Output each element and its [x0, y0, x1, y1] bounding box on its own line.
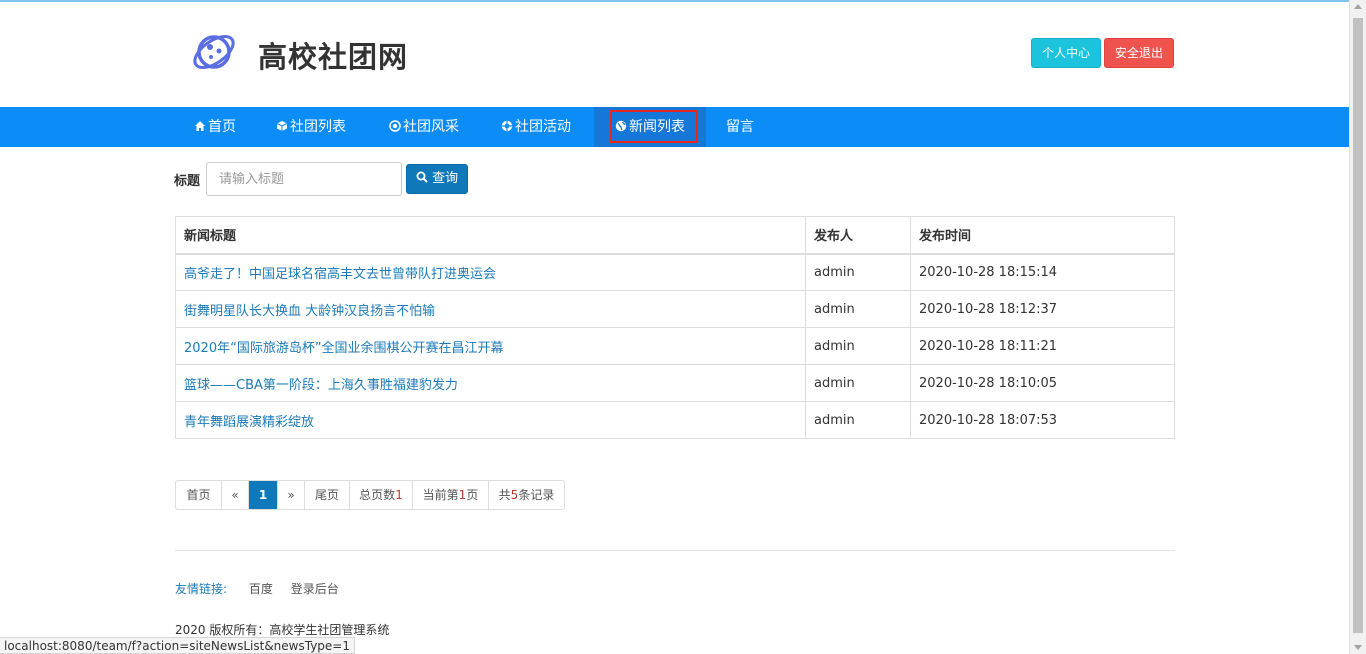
publisher-cell: admin	[805, 364, 911, 402]
table-row: 青年舞蹈展演精彩绽放 admin 2020-10-28 18:07:53	[175, 401, 1175, 439]
total-pages-value: 1	[395, 488, 403, 502]
nav-item-club-list[interactable]: 社团列表	[276, 107, 346, 147]
main-nav: 首页 社团列表 社团风采 社团活动 新闻列表 留言	[0, 107, 1349, 147]
column-header-time: 发布时间	[910, 216, 1175, 255]
vertical-scrollbar[interactable]	[1349, 0, 1366, 654]
highlight-box	[610, 110, 698, 143]
cube-icon	[276, 121, 288, 131]
nav-item-news-list[interactable]: 新闻列表	[594, 107, 706, 147]
nav-item-label: 社团活动	[515, 119, 571, 135]
publisher-cell: admin	[805, 290, 911, 328]
nav-item-club-style[interactable]: 社团风采	[389, 107, 459, 147]
pager-next[interactable]: »	[277, 481, 304, 509]
pagination: 首页 « 1 » 尾页 总页数1 当前第1页 共5条记录	[175, 480, 565, 510]
nav-item-label: 留言	[726, 119, 754, 135]
logout-button[interactable]: 安全退出	[1104, 38, 1174, 68]
column-header-publisher: 发布人	[805, 216, 911, 255]
table-row: 2020年“国际旅游岛杯”全国业余围棋公开赛在昌江开幕 admin 2020-1…	[175, 327, 1175, 365]
pager-first[interactable]: 首页	[176, 481, 221, 509]
time-cell: 2020-10-28 18:12:37	[910, 290, 1175, 328]
lifebuoy-icon	[501, 120, 513, 132]
nav-item-home[interactable]: 首页	[194, 107, 236, 147]
table-row: 街舞明星队长大换血 大龄钟汉良扬言不怕输 admin 2020-10-28 18…	[175, 290, 1175, 328]
time-cell: 2020-10-28 18:10:05	[910, 364, 1175, 402]
friend-link-baidu[interactable]: 百度	[249, 582, 273, 596]
footer-divider	[175, 550, 1175, 551]
friend-link-admin-login[interactable]: 登录后台	[291, 582, 339, 596]
time-cell: 2020-10-28 18:15:14	[910, 253, 1175, 291]
scroll-down-icon[interactable]	[1354, 645, 1362, 650]
pager-total-pages: 总页数1	[349, 481, 412, 509]
logo-icon	[193, 34, 235, 70]
news-title-link[interactable]: 篮球——CBA第一阶段：上海久事胜福建豹发力	[175, 364, 806, 402]
nav-item-club-activities[interactable]: 社团活动	[501, 107, 571, 147]
nav-item-label: 社团风采	[403, 119, 459, 135]
scroll-up-icon[interactable]	[1354, 4, 1362, 9]
scrollbar-thumb[interactable]	[1353, 18, 1363, 633]
current-page-label: 当前第	[422, 488, 459, 502]
pager-prev[interactable]: «	[221, 481, 248, 509]
table-header-row: 新闻标题 发布人 发布时间	[175, 216, 1175, 255]
search-button-label: 查询	[432, 171, 459, 186]
time-cell: 2020-10-28 18:11:21	[910, 327, 1175, 365]
user-center-button[interactable]: 个人中心	[1031, 38, 1101, 68]
copyright: 2020 版权所有：高校学生社团管理系统	[175, 623, 390, 637]
search-icon	[416, 171, 428, 183]
publisher-cell: admin	[805, 253, 911, 291]
pager-current[interactable]: 1	[248, 481, 277, 509]
news-title-link[interactable]: 高爷走了！中国足球名宿高丰文去世曾带队打进奥运会	[175, 253, 806, 291]
total-pages-label: 总页数	[359, 488, 396, 502]
target-icon	[389, 120, 401, 132]
nav-item-messages[interactable]: 留言	[726, 107, 754, 147]
table-row: 篮球——CBA第一阶段：上海久事胜福建豹发力 admin 2020-10-28 …	[175, 364, 1175, 402]
records-suffix: 条记录	[518, 488, 555, 502]
site-title: 高校社团网	[258, 40, 409, 74]
column-header-title: 新闻标题	[175, 216, 806, 255]
site-header: 高校社团网 个人中心 安全退出	[0, 2, 1349, 107]
publisher-cell: admin	[805, 401, 911, 439]
news-table: 新闻标题 发布人 发布时间 高爷走了！中国足球名宿高丰文去世曾带队打进奥运会 a…	[175, 216, 1175, 439]
pager-records: 共5条记录	[488, 481, 564, 509]
time-cell: 2020-10-28 18:07:53	[910, 401, 1175, 439]
records-label: 共	[498, 488, 511, 502]
table-row: 高爷走了！中国足球名宿高丰文去世曾带队打进奥运会 admin 2020-10-2…	[175, 253, 1175, 291]
friend-links: 友情链接: 百度 登录后台	[175, 580, 353, 597]
browser-status-bar: localhost:8080/team/f?action=siteNewsLis…	[0, 637, 355, 654]
news-title-link[interactable]: 青年舞蹈展演精彩绽放	[175, 401, 806, 439]
title-search-input[interactable]	[206, 162, 402, 196]
home-icon	[195, 121, 205, 131]
pager-current-page: 当前第1页	[412, 481, 488, 509]
search-label: 标题	[174, 174, 201, 189]
news-title-link[interactable]: 2020年“国际旅游岛杯”全国业余围棋公开赛在昌江开幕	[175, 327, 806, 365]
publisher-cell: admin	[805, 327, 911, 365]
search-button[interactable]: 查询	[406, 164, 468, 194]
news-title-link[interactable]: 街舞明星队长大换血 大龄钟汉良扬言不怕输	[175, 290, 806, 328]
nav-item-label: 首页	[208, 119, 236, 135]
current-page-suffix: 页	[466, 488, 479, 502]
pager-last[interactable]: 尾页	[304, 481, 349, 509]
friend-links-label: 友情链接:	[175, 582, 228, 596]
nav-item-label: 社团列表	[290, 119, 346, 135]
